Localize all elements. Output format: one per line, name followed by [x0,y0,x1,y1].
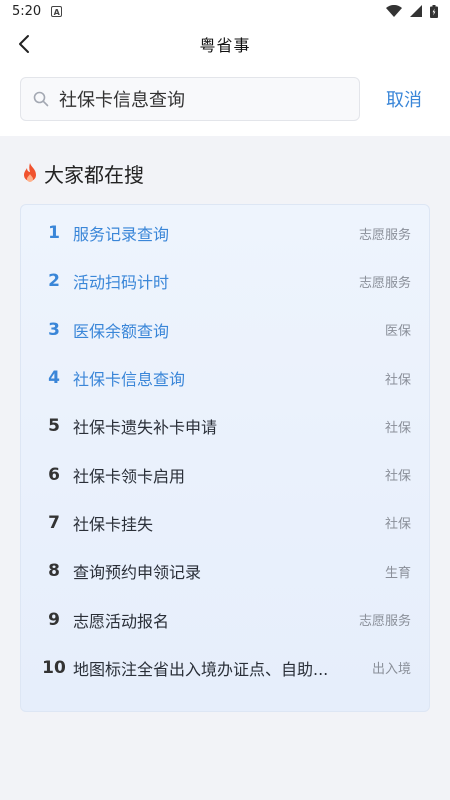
item-rank: 8 [48,561,60,582]
item-category: 生育 [384,565,411,581]
status-bar: 5:20 A [0,0,450,22]
item-category: 社保 [384,372,411,388]
item-rank: 3 [48,319,60,340]
title-bar: 粤省事 [0,22,450,66]
item-name: 活动扫码计时 [73,273,170,293]
search-box[interactable] [20,77,360,121]
search-input[interactable] [57,87,331,111]
list-item[interactable]: 10 地图标注全省出入境办证点、自助... 出入境 [39,644,411,692]
back-button[interactable] [6,26,42,62]
item-rank: 4 [48,368,60,389]
item-name: 社保卡信息查询 [73,370,186,390]
item-rank: 5 [48,416,60,437]
item-rank: 1 [48,223,60,244]
section-header: 大家都在搜 [0,136,450,188]
item-rank: 6 [48,464,60,485]
item-category: 社保 [384,517,411,533]
page-title: 粤省事 [199,36,251,55]
battery-icon [430,4,438,18]
cancel-button[interactable]: 取消 [386,86,422,112]
item-category: 志愿服务 [358,227,411,243]
cell-signal-icon [410,5,422,17]
item-name: 地图标注全省出入境办证点、自助... [73,659,329,679]
item-category: 医保 [384,324,411,340]
list-item[interactable]: 6 社保卡领卡启用 社保 [39,450,411,498]
list-item[interactable]: 8 查询预约申领记录 生育 [39,547,411,595]
list-item[interactable]: 5 社保卡遗失补卡申请 社保 [39,402,411,450]
item-category: 出入境 [371,662,411,678]
item-name: 社保卡遗失补卡申请 [73,418,218,438]
item-category: 志愿服务 [358,275,411,291]
item-name: 社保卡挂失 [73,514,154,534]
item-rank: 2 [48,271,60,292]
item-name: 医保余额查询 [73,321,170,341]
list-item[interactable]: 1 服务记录查询 志愿服务 [39,209,411,257]
search-icon [33,91,49,107]
item-rank: 7 [48,512,60,533]
search-bar: 取消 [0,66,450,136]
item-category: 志愿服务 [358,614,411,630]
item-name: 查询预约申领记录 [73,563,202,583]
section-title: 大家都在搜 [44,162,144,187]
list-item[interactable]: 9 志愿活动报名 志愿服务 [39,595,411,643]
item-category: 社保 [384,469,411,485]
notification-a-icon: A [51,5,63,17]
item-category: 社保 [384,420,411,436]
item-name: 志愿活动报名 [73,611,170,631]
list-item[interactable]: 7 社保卡挂失 社保 [39,499,411,547]
item-name: 服务记录查询 [73,225,170,245]
list-item[interactable]: 4 社保卡信息查询 社保 [39,354,411,402]
flame-icon [24,163,36,182]
item-rank: 9 [48,609,60,630]
item-rank: 10 [42,657,66,678]
hot-search-list: 1 服务记录查询 志愿服务 2 活动扫码计时 志愿服务 3 医保余额查询 医保 … [20,204,430,712]
item-name: 社保卡领卡启用 [73,466,186,486]
status-time: 5:20 [12,3,42,19]
list-item[interactable]: 3 医保余额查询 医保 [39,306,411,354]
list-item[interactable]: 2 活动扫码计时 志愿服务 [39,257,411,305]
chevron-left-icon [19,35,29,53]
wifi-icon [386,5,402,17]
